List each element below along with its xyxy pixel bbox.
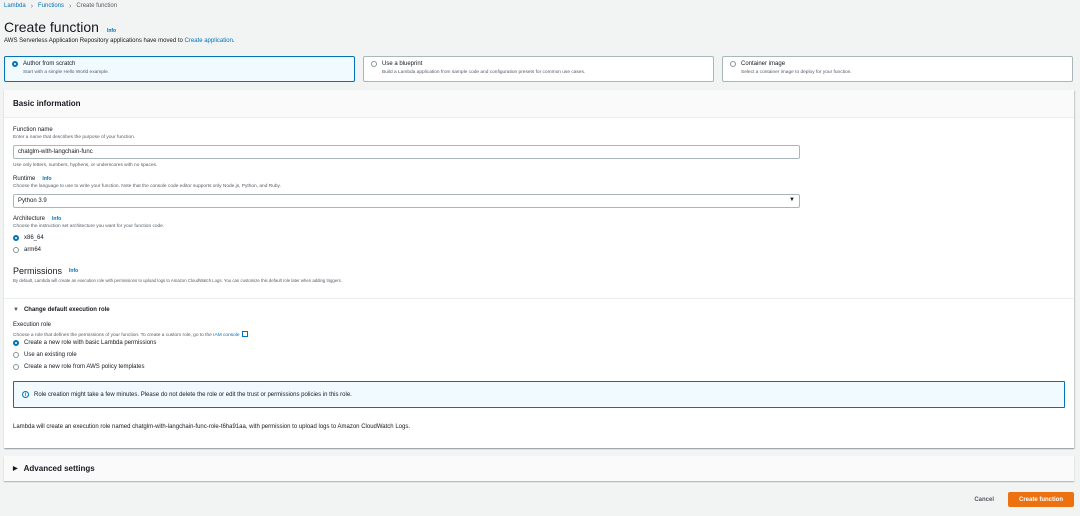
execution-role-note: Lambda will create an execution role nam… xyxy=(13,424,410,430)
radio-icon[interactable] xyxy=(730,61,736,67)
info-circle-icon: i xyxy=(22,391,29,398)
breadcrumb: Lambda › Functions › Create function xyxy=(4,2,117,10)
role-option-label: Create a new role from AWS policy templa… xyxy=(24,364,145,370)
form-actions: Cancel Create function xyxy=(974,492,1074,507)
execution-role-desc: Choose a role that defines the permissio… xyxy=(13,333,214,338)
chevron-right-icon: › xyxy=(69,2,72,10)
radio-selected-icon[interactable] xyxy=(12,61,18,67)
info-link[interactable]: Info xyxy=(107,28,116,34)
architecture-option-arm64[interactable]: arm64 xyxy=(13,247,41,253)
role-option-label: Create a new role with basic Lambda perm… xyxy=(24,340,157,346)
info-alert: i Role creation might take a few minutes… xyxy=(13,381,1065,408)
option-title: Use a blueprint xyxy=(382,61,423,67)
architecture-option-label: arm64 xyxy=(24,247,42,253)
radio-icon[interactable] xyxy=(13,352,19,358)
page-title: Create function xyxy=(4,19,99,35)
option-desc: Start with a simple Hello World example. xyxy=(23,70,110,75)
option-desc: Build a Lambda application from sample c… xyxy=(382,70,586,75)
advanced-settings-expander[interactable]: ▶ Advanced settings xyxy=(4,456,1074,481)
architecture-info-link[interactable]: Info xyxy=(52,216,61,222)
basic-information-panel: Basic information Function name Enter a … xyxy=(4,90,1074,448)
function-name-label-group: Function name Enter a name that describe… xyxy=(13,127,135,140)
expander-label: Change default execution role xyxy=(23,307,110,313)
architecture-desc: Choose the instruction set architecture … xyxy=(13,224,165,229)
chevron-right-icon: › xyxy=(30,2,34,10)
function-name-label: Function name xyxy=(13,127,53,133)
cancel-button[interactable]: Cancel xyxy=(974,497,994,503)
option-container-image[interactable]: Container image Select a container image… xyxy=(722,56,1073,82)
subtitle-text: AWS Serverless Application Repository ap… xyxy=(4,38,185,44)
creation-options: Author from scratch Start with a simple … xyxy=(4,56,1073,82)
page-header: Create function Info xyxy=(4,19,116,35)
option-author-from-scratch[interactable]: Author from scratch Start with a simple … xyxy=(4,56,355,82)
execution-role-label: Execution role xyxy=(13,322,52,328)
create-application-link[interactable]: Create application xyxy=(185,38,233,44)
page-subtitle: AWS Serverless Application Repository ap… xyxy=(4,38,235,44)
radio-icon[interactable] xyxy=(13,247,19,253)
panel-title: Basic information xyxy=(4,90,1074,118)
runtime-label-group: Runtime Info Choose the language to use … xyxy=(13,176,281,189)
runtime-label: Runtime xyxy=(13,176,36,182)
architecture-option-label: x86_64 xyxy=(24,235,44,241)
iam-console-link[interactable]: IAM console xyxy=(213,333,239,338)
caret-down-icon: ▼ xyxy=(13,307,19,313)
radio-icon[interactable] xyxy=(13,364,19,370)
permissions-title: Permissions xyxy=(13,266,63,276)
runtime-select[interactable]: Python 3.9 ▼ xyxy=(13,194,800,208)
option-desc: Select a container image to deploy for y… xyxy=(741,70,852,75)
divider xyxy=(4,298,1074,299)
radio-icon[interactable] xyxy=(371,61,377,67)
subtitle-suffix: . xyxy=(232,38,235,44)
advanced-settings-title: Advanced settings xyxy=(23,464,95,473)
role-option-new-basic[interactable]: Create a new role with basic Lambda perm… xyxy=(13,340,156,346)
caret-down-icon: ▼ xyxy=(789,197,795,203)
architecture-option-x86[interactable]: x86_64 xyxy=(13,235,44,241)
role-option-policy-templates[interactable]: Create a new role from AWS policy templa… xyxy=(13,364,145,370)
radio-selected-icon[interactable] xyxy=(13,235,19,241)
function-name-hint: Use only letters, numbers, hyphens, or u… xyxy=(13,163,158,168)
role-option-existing[interactable]: Use an existing role xyxy=(13,352,77,358)
runtime-value: Python 3.9 xyxy=(18,198,47,204)
create-function-button[interactable]: Create function xyxy=(1008,492,1074,507)
radio-selected-icon[interactable] xyxy=(13,340,19,346)
execution-role-label-group: Execution role Choose a role that define… xyxy=(13,322,248,338)
breadcrumb-lambda[interactable]: Lambda xyxy=(4,3,26,9)
caret-right-icon: ▶ xyxy=(13,466,18,472)
role-option-label: Use an existing role xyxy=(24,352,77,358)
function-name-desc: Enter a name that describes the purpose … xyxy=(13,135,136,140)
architecture-label-group: Architecture Info Choose the instruction… xyxy=(13,216,164,229)
runtime-desc: Choose the language to use to write your… xyxy=(13,184,281,189)
breadcrumb-functions[interactable]: Functions xyxy=(38,3,64,9)
option-title: Container image xyxy=(741,61,786,67)
option-use-blueprint[interactable]: Use a blueprint Build a Lambda applicati… xyxy=(363,56,714,82)
external-link-icon xyxy=(241,331,248,337)
breadcrumb-current: Create function xyxy=(76,3,118,9)
option-title: Author from scratch xyxy=(23,61,76,67)
permissions-section: Permissions Info By default, Lambda will… xyxy=(13,266,342,283)
change-execution-role-expander[interactable]: ▼ Change default execution role xyxy=(13,307,110,313)
permissions-desc: By default, Lambda will create an execut… xyxy=(13,278,342,283)
permissions-info-link[interactable]: Info xyxy=(69,268,78,274)
alert-text: Role creation might take a few minutes. … xyxy=(34,391,352,398)
architecture-label: Architecture xyxy=(13,216,46,222)
function-name-input[interactable]: chatglm-with-langchain-func xyxy=(13,145,800,159)
runtime-info-link[interactable]: Info xyxy=(42,176,51,182)
